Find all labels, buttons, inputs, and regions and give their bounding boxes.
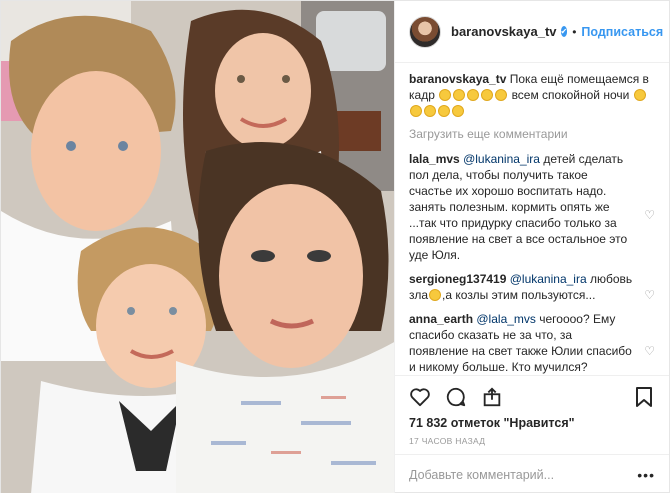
share-icon[interactable] [481, 386, 503, 408]
comment-mention[interactable]: @lukanina_ira [463, 152, 540, 166]
comment-mention[interactable]: @lala_mvs [476, 312, 536, 326]
emoji-icon [429, 289, 442, 301]
post-actions: 71 832 отметок "Нравится" 17 часов назад [395, 375, 669, 446]
likes-count[interactable]: 71 832 отметок "Нравится" [409, 416, 655, 430]
more-options-icon[interactable]: ••• [637, 467, 655, 483]
verified-icon: ✔ [560, 26, 568, 37]
post-header: baranovskaya_tv ✔ • Подписаться [395, 1, 669, 63]
load-more-comments[interactable]: Загрузить еще комментарии [409, 127, 655, 141]
comment-item: lala_mvs @lukanina_ira детей сделать пол… [409, 151, 655, 263]
comment-item: sergioneg137419 @lukanina_ira любовь зла… [409, 271, 655, 303]
comment-username[interactable]: sergioneg137419 [409, 272, 506, 286]
comment-mention[interactable]: @lukanina_ira [510, 272, 587, 286]
comment-username[interactable]: anna_earth [409, 312, 473, 326]
follow-button[interactable]: Подписаться [581, 25, 663, 39]
comment-username[interactable]: lala_mvs [409, 152, 460, 166]
caption-text-2: всем спокойной ночи [511, 88, 630, 102]
caption: baranovskaya_tv Пока ещё помещаемся в ка… [409, 71, 655, 119]
post-timestamp[interactable]: 17 часов назад [409, 436, 655, 446]
add-comment-bar: ••• [395, 454, 669, 493]
post-side-panel: baranovskaya_tv ✔ • Подписаться baranovs… [394, 1, 669, 493]
heart-icon[interactable] [409, 386, 431, 408]
comment-input[interactable] [409, 467, 655, 482]
heart-icon[interactable]: ♡ [644, 287, 655, 303]
comment-icon[interactable] [445, 386, 467, 408]
instagram-post: baranovskaya_tv ✔ • Подписаться baranovs… [0, 0, 670, 493]
username[interactable]: baranovskaya_tv [451, 24, 557, 39]
action-icons [409, 384, 655, 410]
heart-icon[interactable]: ♡ [644, 343, 655, 359]
post-photo[interactable] [1, 1, 394, 493]
comment-text: детей сделать пол дела, чтобы получить т… [409, 152, 628, 262]
heart-icon[interactable]: ♡ [644, 207, 655, 223]
avatar[interactable] [409, 15, 441, 48]
comment-item: anna_earth @lala_mvs чегоооо? Ему спасиб… [409, 311, 655, 375]
photo-illustration [1, 1, 394, 493]
comment-text-2: ,а козлы этим пользуются... [442, 288, 596, 302]
emoji-icon [438, 88, 508, 102]
separator-dot: • [572, 24, 577, 39]
caption-username[interactable]: baranovskaya_tv [409, 72, 506, 86]
bookmark-icon[interactable] [633, 386, 655, 408]
comments-list: baranovskaya_tv Пока ещё помещаемся в ка… [395, 63, 669, 375]
